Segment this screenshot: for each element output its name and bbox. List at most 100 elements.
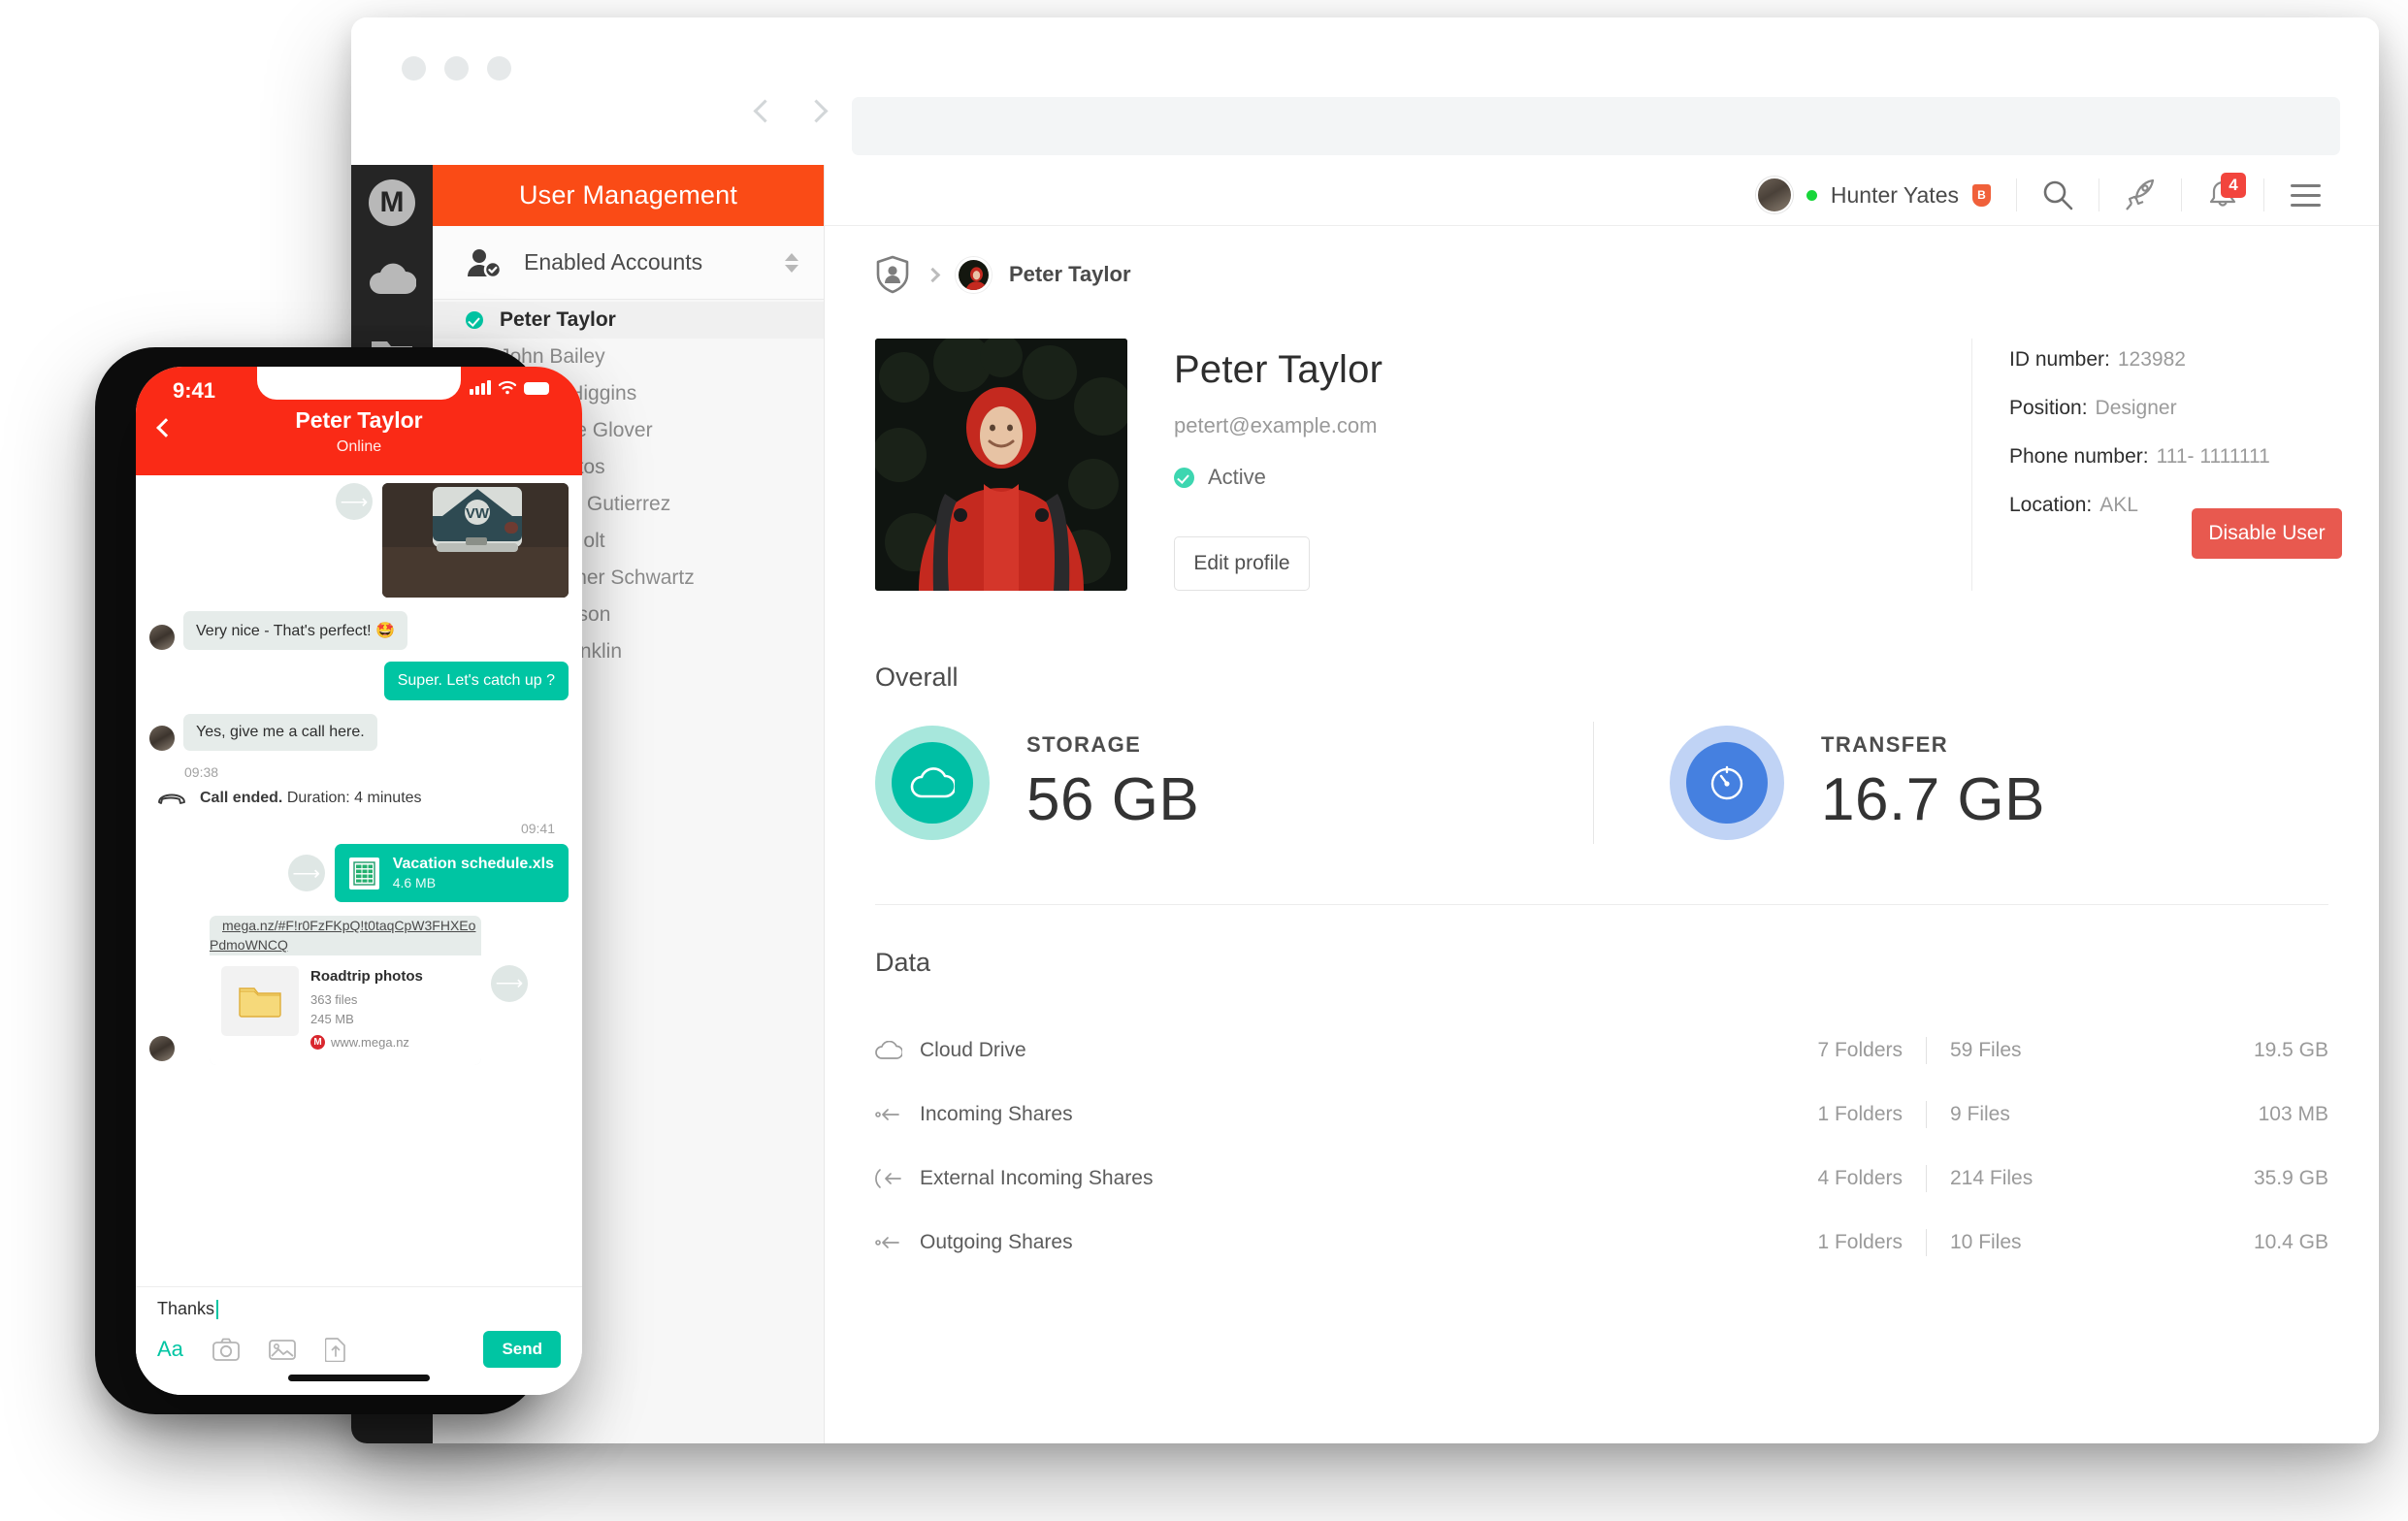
stat-storage: STORAGE 56 GB bbox=[875, 726, 1593, 840]
phone-contact-name: Peter Taylor bbox=[295, 407, 423, 433]
phone-status-time: 9:41 bbox=[173, 378, 216, 403]
phone-chat-header: 9:41 Peter Taylor Online bbox=[136, 367, 582, 475]
application-frame: M User Management Enabled Accounts Peter… bbox=[351, 165, 2379, 1443]
forward-icon[interactable]: ⟶ bbox=[336, 483, 373, 520]
account-enabled-icon bbox=[466, 311, 483, 329]
meta-row-position: Position: Designer bbox=[2009, 397, 2379, 420]
data-row-name: Incoming Shares bbox=[920, 1103, 1073, 1125]
maximize-window-button[interactable] bbox=[487, 56, 511, 81]
current-user-name: Hunter Yates bbox=[1830, 181, 1959, 208]
address-bar[interactable] bbox=[852, 97, 2340, 155]
forward-button-icon[interactable] bbox=[804, 99, 829, 123]
window-controls[interactable] bbox=[402, 56, 511, 81]
format-text-button[interactable]: Aa bbox=[157, 1337, 183, 1362]
active-check-icon bbox=[1174, 467, 1194, 488]
call-ended-row: Call ended. Duration: 4 minutes bbox=[149, 790, 569, 807]
accounts-filter[interactable]: Enabled Accounts bbox=[433, 226, 824, 300]
user-check-icon bbox=[468, 248, 503, 278]
data-row-counts: 4 Folders 214 Files bbox=[1786, 1165, 2086, 1192]
stat-label: TRANSFER bbox=[1821, 731, 1948, 757]
forward-icon[interactable]: ⟶ bbox=[491, 964, 528, 1002]
phone-composer: Thanks Aa Send bbox=[136, 1286, 582, 1395]
table-row[interactable]: Cloud Drive 7 Folders 59 Files 19.5 GB bbox=[875, 1019, 2328, 1083]
camera-icon bbox=[212, 1338, 240, 1361]
main-content: Hunter Yates B 4 Peter Taylor Peter Tayl… bbox=[825, 165, 2379, 1443]
external-incoming-share-icon bbox=[875, 1168, 920, 1189]
forward-icon[interactable]: ⟶ bbox=[287, 855, 325, 891]
svg-text:VW: VW bbox=[466, 505, 490, 522]
data-row-name: Outgoing Shares bbox=[920, 1231, 1073, 1253]
rocket-icon bbox=[2126, 178, 2155, 210]
send-button[interactable]: Send bbox=[483, 1331, 561, 1368]
top-bar: Hunter Yates B 4 bbox=[825, 165, 2379, 226]
account-list-item[interactable]: Peter Taylor bbox=[433, 302, 824, 339]
image-button[interactable] bbox=[269, 1338, 296, 1361]
phone-contact-status: Online bbox=[336, 438, 382, 455]
minimize-window-button[interactable] bbox=[444, 56, 469, 81]
table-row[interactable]: External Incoming Shares 4 Folders 214 F… bbox=[875, 1147, 2328, 1211]
message-input[interactable]: Thanks bbox=[157, 1299, 561, 1319]
transfer-ring bbox=[1670, 726, 1784, 840]
meta-label: Phone number: bbox=[2009, 445, 2149, 468]
data-row-size: 103 MB bbox=[2258, 1103, 2328, 1125]
message-photo[interactable]: VW bbox=[382, 483, 569, 598]
disable-user-button[interactable]: Disable User bbox=[2192, 508, 2342, 559]
data-row-folders: 4 Folders bbox=[1817, 1167, 1903, 1189]
phone-message-list[interactable]: ⟶ VW Very nice - That's perfect! 🤩 Super… bbox=[136, 475, 582, 1286]
edit-profile-button[interactable]: Edit profile bbox=[1174, 536, 1310, 591]
user-management-title: User Management bbox=[433, 165, 824, 226]
signal-icon bbox=[470, 380, 491, 395]
link-preview-meta: Roadtrip photos 363 files 245 MB M www.m… bbox=[310, 966, 423, 1052]
link-source: M www.mega.nz bbox=[310, 1033, 423, 1052]
user-shield-icon[interactable] bbox=[875, 255, 910, 294]
meta-label: ID number: bbox=[2009, 348, 2110, 371]
presence-online-icon bbox=[1806, 189, 1817, 201]
profile-meta: ID number: 123982 Position: Designer Phone… bbox=[1971, 339, 2379, 591]
divider bbox=[1926, 1101, 1927, 1128]
stat-label: STORAGE bbox=[1026, 731, 1142, 757]
sort-updown-icon[interactable] bbox=[785, 252, 798, 273]
data-row-size: 35.9 GB bbox=[2253, 1167, 2328, 1189]
close-window-button[interactable] bbox=[402, 56, 426, 81]
screenshot-stage: M User Management Enabled Accounts Peter… bbox=[0, 0, 2408, 1521]
message-file-attachment[interactable]: ⟶ Vacation schedule.xls 4.6 MB bbox=[149, 844, 569, 902]
rail-item-cloud-drive[interactable] bbox=[351, 241, 433, 316]
stat-transfer: TRANSFER 16.7 GB bbox=[1594, 726, 2045, 840]
table-row[interactable]: Outgoing Shares 1 Folders 10 Files 10.4 … bbox=[875, 1211, 2328, 1275]
call-ended-icon bbox=[158, 793, 185, 804]
profile-header: Peter Taylor petert@example.com Active E… bbox=[825, 294, 2379, 591]
link-title: Roadtrip photos bbox=[310, 967, 423, 985]
mega-badge-icon: M bbox=[310, 1035, 325, 1051]
text-caret bbox=[216, 1299, 219, 1319]
data-row-counts: 1 Folders 9 Files bbox=[1786, 1101, 2086, 1128]
link-source-domain: www.mega.nz bbox=[331, 1035, 409, 1051]
upgrade-button[interactable] bbox=[2099, 165, 2181, 226]
avatar bbox=[149, 726, 175, 751]
back-button-icon[interactable] bbox=[753, 99, 777, 123]
phone-screen: 9:41 Peter Taylor Online ⟶ VW Very nice … bbox=[136, 367, 582, 1395]
notifications-button[interactable]: 4 bbox=[2182, 165, 2263, 226]
wifi-icon bbox=[498, 380, 517, 395]
avatar bbox=[1755, 177, 1793, 213]
profile-email: petert@example.com bbox=[1174, 413, 1378, 437]
current-user[interactable]: Hunter Yates B bbox=[1755, 177, 2016, 213]
camera-button[interactable] bbox=[212, 1338, 240, 1361]
hamburger-menu-icon bbox=[2290, 183, 2321, 207]
file-upload-button[interactable] bbox=[324, 1337, 346, 1362]
table-row[interactable]: Incoming Shares 1 Folders 9 Files 103 MB bbox=[875, 1083, 2328, 1147]
meta-label: Location: bbox=[2009, 494, 2093, 516]
stat-value: 56 GB bbox=[1026, 765, 1200, 833]
avatar bbox=[149, 1035, 175, 1061]
menu-button[interactable] bbox=[2264, 165, 2346, 226]
rail-item-mega-logo[interactable]: M bbox=[351, 165, 433, 241]
file-card[interactable]: Vacation schedule.xls 4.6 MB bbox=[334, 844, 569, 902]
data-row-size: 10.4 GB bbox=[2253, 1231, 2328, 1253]
page-title: Peter Taylor bbox=[1174, 348, 1383, 391]
divider bbox=[1926, 1165, 1927, 1192]
search-button[interactable] bbox=[2017, 165, 2099, 226]
breadcrumb-avatar bbox=[956, 256, 992, 293]
message-timestamp: 09:41 bbox=[520, 821, 555, 836]
browser-navigation[interactable] bbox=[753, 99, 829, 123]
link-preview-card[interactable]: mega.nz/#F!r0FzFKpQ!t0taqCpW3FHXEoPdmoWN… bbox=[210, 916, 481, 1065]
data-row-files: 214 Files bbox=[1950, 1167, 2034, 1189]
